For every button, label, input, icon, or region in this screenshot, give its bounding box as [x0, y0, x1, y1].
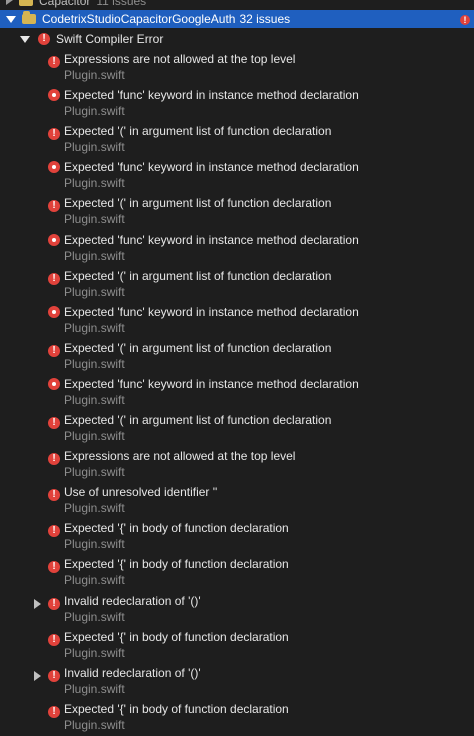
issue-message: Expected '(' in argument list of functio…	[64, 124, 332, 139]
folder-icon	[22, 11, 36, 24]
issue-row[interactable]: ! Invalid redeclaration of '()' Plugin.swi…	[0, 592, 474, 628]
issue-row[interactable]: Expected 'func' keyword in instance meth…	[0, 158, 474, 194]
issue-message: Expected 'func' keyword in instance meth…	[64, 376, 359, 391]
issue-message: Expected '{' in body of function declara…	[64, 557, 289, 572]
issue-file: Plugin.swift	[64, 176, 125, 191]
section-swift-compiler-error[interactable]: ! Swift Compiler Error	[0, 30, 474, 48]
error-exclamation-icon: !	[48, 125, 60, 141]
issue-file: Plugin.swift	[64, 429, 125, 443]
issue-file: Plugin.swift	[64, 645, 125, 660]
issue-message: Expected '{' in body of function declara…	[64, 521, 289, 536]
error-exclamation-icon: !	[48, 558, 60, 574]
issue-file: Plugin.swift	[64, 356, 125, 371]
issue-row[interactable]: ! Expected '(' in argument list of functi…	[0, 339, 474, 375]
issue-message: Expected '{' in body of function declara…	[64, 629, 289, 644]
issue-group-capacitor[interactable]: Capacitor 11 issues	[0, 0, 474, 10]
issue-file: Plugin.swift	[64, 681, 125, 696]
error-exclamation-icon: !	[48, 270, 60, 285]
error-exclamation-icon: !	[48, 414, 60, 429]
issue-row[interactable]: ! Use of unresolved identifier '' Plugin.s…	[0, 483, 474, 519]
error-exclamation-icon: !	[48, 450, 60, 466]
issue-file: Plugin.swift	[64, 320, 125, 335]
issue-row[interactable]: Expected 'func' keyword in instance meth…	[0, 86, 474, 122]
issue-message: Expressions are not allowed at the top l…	[64, 52, 296, 66]
issue-row[interactable]: ! Invalid redeclaration of '()' Plugin.swi…	[0, 664, 474, 700]
issue-file: Plugin.swift	[64, 104, 125, 119]
error-exclamation-icon: !	[48, 53, 60, 68]
error-exclamation-icon: !	[48, 595, 60, 610]
disclosure-triangle-expanded-icon[interactable]	[0, 32, 38, 46]
issue-file: Plugin.swift	[64, 140, 125, 155]
issue-message: Expected '(' in argument list of functio…	[64, 196, 332, 211]
issue-message: Expected 'func' keyword in instance meth…	[64, 304, 359, 319]
issue-message: Expected '(' in argument list of functio…	[64, 340, 332, 355]
issue-message: Expected '(' in argument list of functio…	[64, 413, 332, 427]
issue-file: Plugin.swift	[64, 248, 125, 263]
issue-file: Plugin.swift	[64, 465, 125, 480]
issue-row[interactable]: ! Expected '{' in body of function declar…	[0, 555, 474, 591]
issue-message: Invalid redeclaration of '()'	[64, 665, 201, 680]
issue-row[interactable]: ! Expressions are not allowed at the top …	[0, 447, 474, 483]
issue-message: Expected '{' in body of function declara…	[64, 701, 289, 716]
issue-message: Expected 'func' keyword in instance meth…	[64, 88, 359, 103]
group-name: CodetrixStudioCapacitorGoogleAuth	[42, 12, 236, 26]
issue-message: Expected 'func' keyword in instance meth…	[64, 160, 359, 175]
disclosure-triangle-collapsed-icon[interactable]	[34, 598, 41, 612]
section-title: Swift Compiler Error	[56, 32, 164, 46]
issue-file: Plugin.swift	[64, 501, 125, 516]
error-exclamation-icon: !	[48, 667, 60, 682]
issue-row[interactable]: Expected 'func' keyword in instance meth…	[0, 231, 474, 267]
issue-row[interactable]: ! Expressions are not allowed at the top …	[0, 50, 474, 86]
issue-file: Plugin.swift	[64, 537, 125, 552]
error-exclamation-icon: !	[48, 342, 60, 357]
issue-file: Plugin.swift	[64, 212, 125, 227]
error-dot-icon	[48, 161, 60, 176]
issue-row[interactable]: ! Expected '{' in body of function declar…	[0, 628, 474, 664]
issue-row[interactable]: Expected 'func' keyword in instance meth…	[0, 303, 474, 339]
issue-row[interactable]: ! Expected '(' in argument list of functi…	[0, 122, 474, 158]
error-exclamation-icon: !	[48, 631, 60, 646]
error-exclamation-icon: !	[48, 703, 60, 718]
error-dot-icon	[48, 305, 60, 321]
group-name: Capacitor	[39, 0, 91, 8]
issue-file: Plugin.swift	[64, 392, 125, 407]
disclosure-triangle-expanded-icon[interactable]	[0, 12, 22, 26]
issue-row[interactable]: ! Expected '(' in argument list of functi…	[0, 411, 474, 447]
issue-row[interactable]: Expected 'func' keyword in instance meth…	[0, 375, 474, 411]
issue-row[interactable]: ! Expected '{' in body of function declar…	[0, 519, 474, 555]
group-count: 32 issues	[239, 12, 291, 26]
issue-file: Plugin.swift	[64, 573, 125, 588]
group-count: 11 issues	[96, 0, 147, 8]
disclosure-triangle-collapsed-icon[interactable]	[34, 670, 41, 684]
error-exclamation-icon: !	[48, 197, 60, 213]
issue-file: Plugin.swift	[64, 284, 125, 299]
disclosure-triangle-collapsed-icon[interactable]	[6, 0, 13, 8]
issue-row[interactable]: ! Expected '(' in argument list of functi…	[0, 267, 474, 303]
issue-group-selected[interactable]: CodetrixStudioCapacitorGoogleAuth 32 iss…	[0, 10, 474, 28]
error-dot-icon	[48, 233, 60, 249]
issue-row[interactable]: ! Expected '{' in body of function declar…	[0, 700, 474, 736]
issue-message: Expressions are not allowed at the top l…	[64, 449, 296, 464]
error-icon: !	[38, 33, 50, 45]
issue-file: Plugin.swift	[64, 717, 125, 732]
error-exclamation-icon: !	[48, 486, 60, 502]
folder-icon	[19, 0, 33, 6]
error-dot-icon	[48, 89, 60, 104]
issue-message: Invalid redeclaration of '()'	[64, 593, 201, 608]
issue-file: Plugin.swift	[64, 609, 125, 624]
error-badge-icon: !	[460, 12, 470, 26]
error-exclamation-icon: !	[48, 522, 60, 538]
issue-message: Expected '(' in argument list of functio…	[64, 268, 332, 283]
issue-row[interactable]: ! Expected '(' in argument list of functi…	[0, 194, 474, 230]
error-dot-icon	[48, 377, 60, 393]
issue-message: Use of unresolved identifier ''	[64, 485, 218, 500]
issue-message: Expected 'func' keyword in instance meth…	[64, 232, 359, 247]
issue-file: Plugin.swift	[64, 68, 125, 82]
